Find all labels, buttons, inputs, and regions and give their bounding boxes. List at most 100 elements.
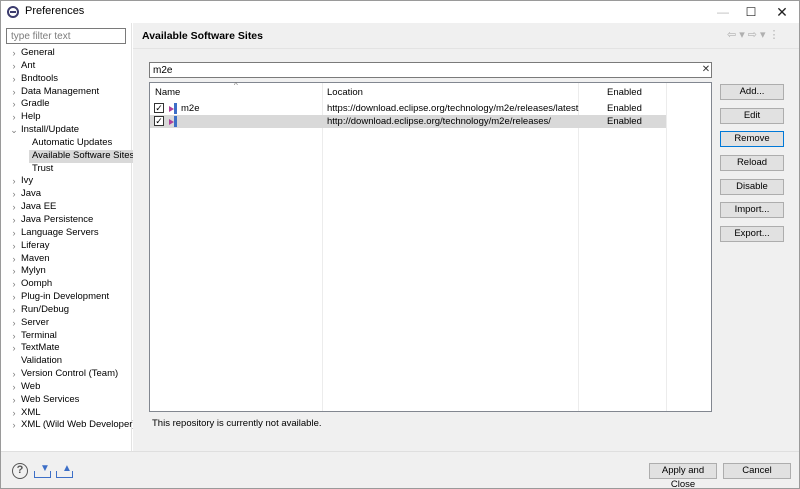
tree-item-web[interactable]: › Web [1, 381, 132, 394]
tree-item-liferay[interactable]: › Liferay [1, 240, 132, 253]
close-button[interactable]: ✕ [767, 1, 797, 23]
import-button[interactable]: Import... [720, 202, 784, 218]
expand-chevron-icon[interactable]: › [10, 394, 18, 407]
tree-item-maven[interactable]: › Maven [1, 253, 132, 266]
update-site-icon [169, 116, 178, 127]
expand-chevron-icon[interactable]: › [10, 381, 18, 394]
expand-chevron-icon[interactable]: › [10, 60, 18, 73]
tree-item-xml-wild-web-developer[interactable]: › XML (Wild Web Developer) [1, 419, 136, 432]
expand-chevron-icon[interactable]: › [10, 86, 18, 99]
site-search-box: ✕ [149, 62, 712, 78]
expand-chevron-icon[interactable]: › [10, 227, 18, 240]
tree-item-run-debug[interactable]: › Run/Debug [1, 304, 132, 317]
tree-item-label: Validation [21, 355, 63, 367]
tree-item-label: Web [21, 380, 41, 392]
filter-input[interactable] [6, 28, 126, 44]
tree-item-help[interactable]: › Help [1, 111, 132, 124]
tree-item-mylyn[interactable]: › Mylyn [1, 265, 132, 278]
export-button[interactable]: Export... [720, 226, 784, 242]
expand-chevron-icon[interactable]: › [10, 342, 18, 355]
minimize-button[interactable]: — [708, 1, 738, 23]
expand-chevron-icon[interactable]: › [10, 253, 18, 266]
tree-item-textmate[interactable]: › TextMate [1, 342, 132, 355]
tree-item-label: Install/Update [21, 124, 80, 136]
apply-and-close-button[interactable]: Apply and Close [649, 463, 717, 489]
expand-chevron-icon[interactable]: › [10, 98, 18, 111]
forward-menu-icon[interactable]: ▾ [760, 28, 766, 41]
column-divider [322, 83, 323, 411]
tree-item-label: Liferay [21, 239, 50, 251]
site-name: m2e [181, 103, 200, 114]
tree-item-terminal[interactable]: › Terminal [1, 330, 132, 343]
back-arrow-icon[interactable]: ⇦ [727, 28, 736, 41]
expand-chevron-icon[interactable]: › [10, 291, 18, 304]
expand-chevron-icon[interactable]: › [10, 73, 18, 86]
column-header-name[interactable]: Name [155, 83, 180, 101]
expand-chevron-icon[interactable]: › [10, 47, 18, 60]
disable-button[interactable]: Disable [720, 179, 784, 195]
export-preferences-icon[interactable]: ▲ [56, 464, 73, 478]
table-row[interactable]: ✓ m2e https://download.eclipse.org/techn… [150, 102, 666, 115]
expand-chevron-icon[interactable]: › [10, 419, 18, 432]
expand-chevron-icon[interactable]: › [10, 111, 18, 124]
tree-item-install-update[interactable]: ⌄ Install/Update [1, 124, 132, 137]
tree-item-data-management[interactable]: › Data Management [1, 86, 132, 99]
tree-item-java[interactable]: › Java [1, 188, 132, 201]
table-row[interactable]: ✓ http://download.eclipse.org/technology… [150, 115, 666, 128]
expand-chevron-icon[interactable]: › [10, 188, 18, 201]
site-enabled: Enabled [607, 116, 642, 127]
expand-chevron-icon[interactable]: › [10, 368, 18, 381]
column-header-location[interactable]: Location [327, 83, 363, 101]
back-menu-icon[interactable]: ▾ [739, 28, 745, 41]
tree-item-ant[interactable]: › Ant [1, 60, 132, 73]
expand-chevron-icon[interactable]: › [10, 407, 18, 420]
clear-search-icon[interactable]: ✕ [700, 63, 712, 77]
site-search-input[interactable] [150, 63, 690, 77]
import-preferences-icon[interactable]: ▼ [34, 464, 51, 478]
expand-chevron-icon[interactable]: › [10, 330, 18, 343]
tree-item-trust[interactable]: Trust [1, 163, 132, 176]
site-location: https://download.eclipse.org/technology/… [327, 103, 579, 114]
remove-button[interactable]: Remove [720, 131, 784, 147]
expand-chevron-icon[interactable]: › [10, 175, 18, 188]
reload-button[interactable]: Reload [720, 155, 784, 171]
expand-chevron-icon[interactable]: › [10, 304, 18, 317]
help-icon[interactable]: ? [12, 463, 28, 479]
column-header-enabled[interactable]: Enabled [607, 83, 642, 101]
expand-chevron-icon[interactable]: › [10, 201, 18, 214]
add-button[interactable]: Add... [720, 84, 784, 100]
tree-item-general[interactable]: › General [1, 47, 132, 60]
edit-button[interactable]: Edit [720, 108, 784, 124]
tree-item-server[interactable]: › Server [1, 317, 132, 330]
expand-chevron-icon[interactable]: › [10, 278, 18, 291]
tree-item-available-software-sites[interactable]: Available Software Sites [1, 149, 138, 163]
cancel-button[interactable]: Cancel [723, 463, 791, 479]
tree-item-web-services[interactable]: › Web Services [1, 394, 132, 407]
expand-chevron-icon[interactable]: › [10, 265, 18, 278]
collapse-chevron-icon[interactable]: ⌄ [10, 124, 18, 137]
tree-item-bndtools[interactable]: › Bndtools [1, 73, 132, 86]
enabled-checkbox[interactable]: ✓ [154, 116, 164, 126]
expand-chevron-icon[interactable]: › [10, 240, 18, 253]
tree-item-gradle[interactable]: › Gradle [1, 98, 132, 111]
tree-item-ivy[interactable]: › Ivy [1, 175, 132, 188]
tree-item-oomph[interactable]: › Oomph [1, 278, 132, 291]
expand-chevron-icon[interactable]: › [10, 214, 18, 227]
expand-chevron-icon[interactable]: › [10, 317, 18, 330]
maximize-button[interactable]: ☐ [736, 1, 766, 23]
tree-item-plug-in-development[interactable]: › Plug-in Development [1, 291, 132, 304]
forward-arrow-icon[interactable]: ⇨ [748, 28, 757, 41]
tree-item-label: General [21, 47, 55, 58]
tree-item-version-control[interactable]: › Version Control (Team) [1, 368, 132, 381]
tree-item-language-servers[interactable]: › Language Servers [1, 227, 132, 240]
tree-item-label: Data Management [21, 85, 100, 97]
tree-item-validation[interactable]: Validation [1, 355, 132, 368]
view-menu-icon[interactable]: ⋮ [769, 28, 780, 41]
tree-item-java-ee[interactable]: › Java EE [1, 201, 132, 214]
enabled-checkbox[interactable]: ✓ [154, 103, 164, 113]
tree-item-automatic-updates[interactable]: Automatic Updates [1, 137, 132, 150]
tree-item-xml[interactable]: › XML [1, 407, 132, 420]
tree-item-label: Help [21, 111, 41, 123]
tree-item-java-persistence[interactable]: › Java Persistence [1, 214, 132, 227]
page-title: Available Software Sites [142, 30, 263, 42]
